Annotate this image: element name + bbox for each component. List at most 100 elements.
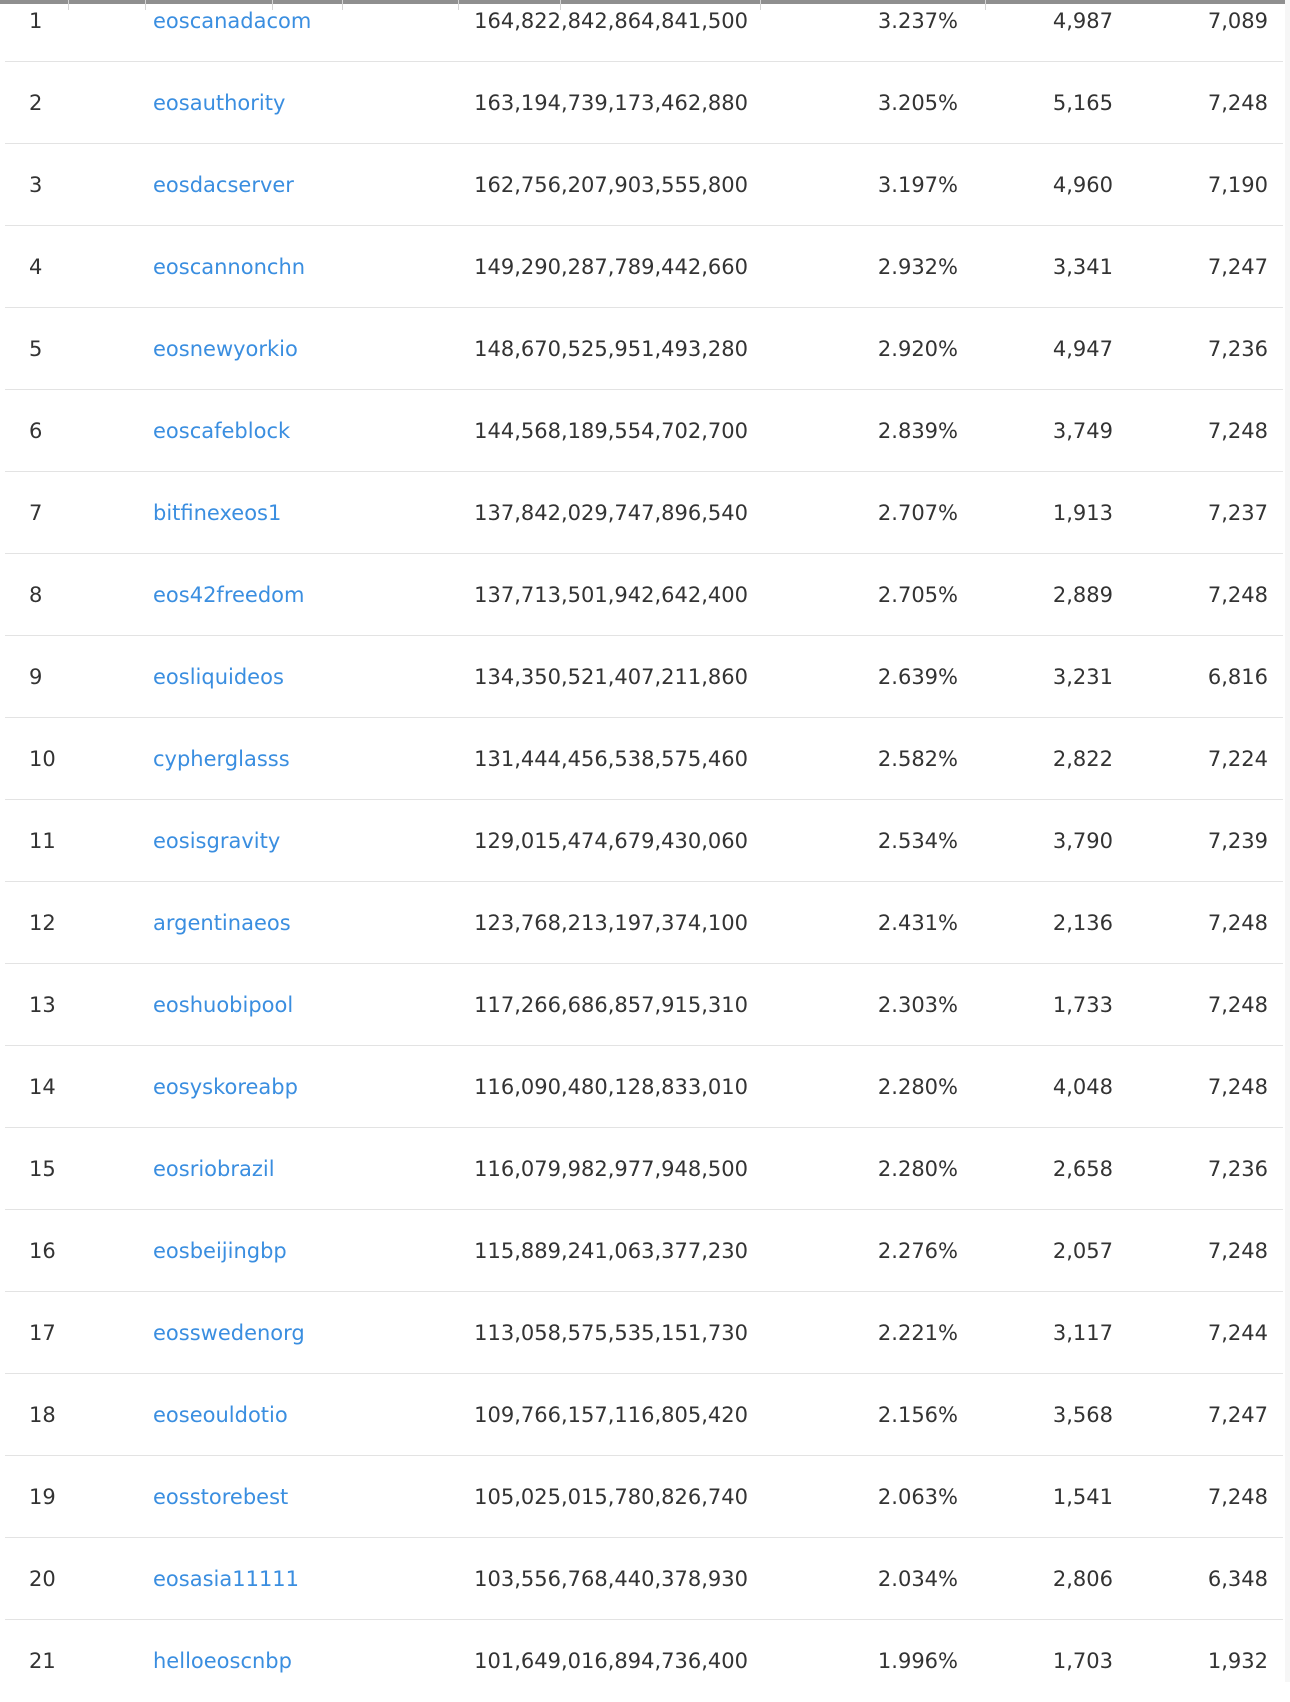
blocks-produced-cell: 3,117 [1052,1321,1113,1345]
producer-name-link[interactable]: eosriobrazil [153,1154,275,1184]
votes-cell: 137,842,029,747,896,540 [474,501,748,525]
blocks-produced-cell: 3,749 [1052,419,1113,443]
vertical-scrollbar[interactable] [1285,0,1290,1682]
producer-name-link[interactable]: eosstorebest [153,1482,288,1512]
table-row: 15 eosriobrazil 116,079,982,977,948,500 2.2… [5,1128,1283,1210]
table-row: 19 eosstorebest 105,025,015,780,826,740 2.0… [5,1456,1283,1538]
vote-percent-cell: 2.156% [877,1403,958,1427]
producer-name-link[interactable]: bitfinexeos1 [153,498,281,528]
table-row: 16 eosbeijingbp 115,889,241,063,377,230 2.2… [5,1210,1283,1292]
votes-cell: 162,756,207,903,555,800 [474,173,748,197]
votes-cell: 134,350,521,407,211,860 [474,665,748,689]
vote-percent-cell: 2.534% [877,829,958,853]
votes-cell: 113,058,575,535,151,730 [474,1321,748,1345]
vote-percent-cell: 2.063% [877,1485,958,1509]
vote-percent-cell: 2.932% [877,255,958,279]
votes-cell: 137,713,501,942,642,400 [474,583,748,607]
producer-name-link[interactable]: cypherglasss [153,744,290,774]
table-row: 4 eoscannonchn 149,290,287,789,442,660 2.93… [5,226,1283,308]
table-row: 18 eoseouldotio 109,766,157,116,805,420 2.1… [5,1374,1283,1456]
producer-name-link[interactable]: helloeoscnbp [153,1646,292,1676]
blocks-total-cell: 7,248 [1207,1485,1268,1509]
votes-cell: 129,015,474,679,430,060 [474,829,748,853]
producer-name-link[interactable]: eoscafeblock [153,416,290,446]
producer-name-link[interactable]: eosisgravity [153,826,280,856]
vote-percent-cell: 2.431% [877,911,958,935]
table-row: 10 cypherglasss 131,444,456,538,575,460 2.5… [5,718,1283,800]
producer-name-link[interactable]: eoscanadacom [153,6,311,36]
blocks-total-cell: 7,248 [1207,911,1268,935]
vote-percent-cell: 2.639% [877,665,958,689]
rank-cell: 20 [29,1567,56,1591]
table-row: 2 eosauthority 163,194,739,173,462,880 3.20… [5,62,1283,144]
producer-name-link[interactable]: eosliquideos [153,662,284,692]
blocks-produced-cell: 3,231 [1052,665,1113,689]
rank-cell: 21 [29,1649,56,1673]
producer-name-link[interactable]: eos42freedom [153,580,304,610]
producer-name-link[interactable]: eosasia11111 [153,1564,299,1594]
rank-cell: 12 [29,911,56,935]
votes-cell: 103,556,768,440,378,930 [474,1567,748,1591]
producer-name-link[interactable]: eosyskoreabp [153,1072,298,1102]
table-row: 11 eosisgravity 129,015,474,679,430,060 2.5… [5,800,1283,882]
blocks-total-cell: 7,248 [1207,1075,1268,1099]
table-row: 14 eosyskoreabp 116,090,480,128,833,010 2.2… [5,1046,1283,1128]
table-row: 1 eoscanadacom 164,822,842,864,841,500 3.23… [5,0,1283,62]
table-row: 9 eosliquideos 134,350,521,407,211,860 2.63… [5,636,1283,718]
table-row: 12 argentinaeos 123,768,213,197,374,100 2.4… [5,882,1283,964]
vote-percent-cell: 1.996% [877,1649,958,1673]
votes-cell: 123,768,213,197,374,100 [474,911,748,935]
vote-percent-cell: 3.205% [877,91,958,115]
table-row: 8 eos42freedom 137,713,501,942,642,400 2.70… [5,554,1283,636]
producer-name-link[interactable]: eosdacserver [153,170,294,200]
producer-name-link[interactable]: eosswedenorg [153,1318,305,1348]
blocks-total-cell: 7,247 [1207,255,1268,279]
vote-percent-cell: 2.705% [877,583,958,607]
table-row: 6 eoscafeblock 144,568,189,554,702,700 2.83… [5,390,1283,472]
blocks-produced-cell: 4,987 [1052,9,1113,33]
rank-cell: 14 [29,1075,56,1099]
producer-name-link[interactable]: eoshuobipool [153,990,293,1020]
rank-cell: 15 [29,1157,56,1181]
rank-cell: 10 [29,747,56,771]
rank-cell: 6 [29,419,43,443]
blocks-produced-cell: 2,136 [1052,911,1113,935]
vote-percent-cell: 2.034% [877,1567,958,1591]
votes-cell: 131,444,456,538,575,460 [474,747,748,771]
blocks-produced-cell: 4,947 [1052,337,1113,361]
rank-cell: 11 [29,829,56,853]
producer-name-link[interactable]: eosauthority [153,88,285,118]
votes-cell: 117,266,686,857,915,310 [474,993,748,1017]
votes-cell: 115,889,241,063,377,230 [474,1239,748,1263]
blocks-total-cell: 7,190 [1207,173,1268,197]
rank-cell: 18 [29,1403,56,1427]
votes-cell: 116,079,982,977,948,500 [474,1157,748,1181]
blocks-produced-cell: 1,913 [1052,501,1113,525]
blocks-produced-cell: 5,165 [1052,91,1113,115]
blocks-total-cell: 7,248 [1207,583,1268,607]
vote-percent-cell: 2.920% [877,337,958,361]
blocks-produced-cell: 3,341 [1052,255,1113,279]
blocks-produced-cell: 3,568 [1052,1403,1113,1427]
table-row: 21 helloeoscnbp 101,649,016,894,736,400 1.9… [5,1620,1283,1702]
rank-cell: 5 [29,337,43,361]
vote-percent-cell: 2.280% [877,1075,958,1099]
blocks-total-cell: 7,237 [1207,501,1268,525]
rank-cell: 19 [29,1485,56,1509]
table-row: 17 eosswedenorg 113,058,575,535,151,730 2.2… [5,1292,1283,1374]
rank-cell: 1 [29,9,43,33]
blocks-produced-cell: 1,703 [1052,1649,1113,1673]
producer-name-link[interactable]: eoscannonchn [153,252,305,282]
blocks-produced-cell: 1,733 [1052,993,1113,1017]
table-row: 3 eosdacserver 162,756,207,903,555,800 3.19… [5,144,1283,226]
blocks-total-cell: 6,816 [1207,665,1268,689]
producer-name-link[interactable]: eosnewyorkio [153,334,298,364]
blocks-produced-cell: 2,057 [1052,1239,1113,1263]
producer-name-link[interactable]: eosbeijingbp [153,1236,287,1266]
votes-cell: 116,090,480,128,833,010 [474,1075,748,1099]
producer-name-link[interactable]: argentinaeos [153,908,291,938]
vote-percent-cell: 2.707% [877,501,958,525]
table-row: 7 bitfinexeos1 137,842,029,747,896,540 2.70… [5,472,1283,554]
producer-name-link[interactable]: eoseouldotio [153,1400,288,1430]
table-row: 5 eosnewyorkio 148,670,525,951,493,280 2.92… [5,308,1283,390]
